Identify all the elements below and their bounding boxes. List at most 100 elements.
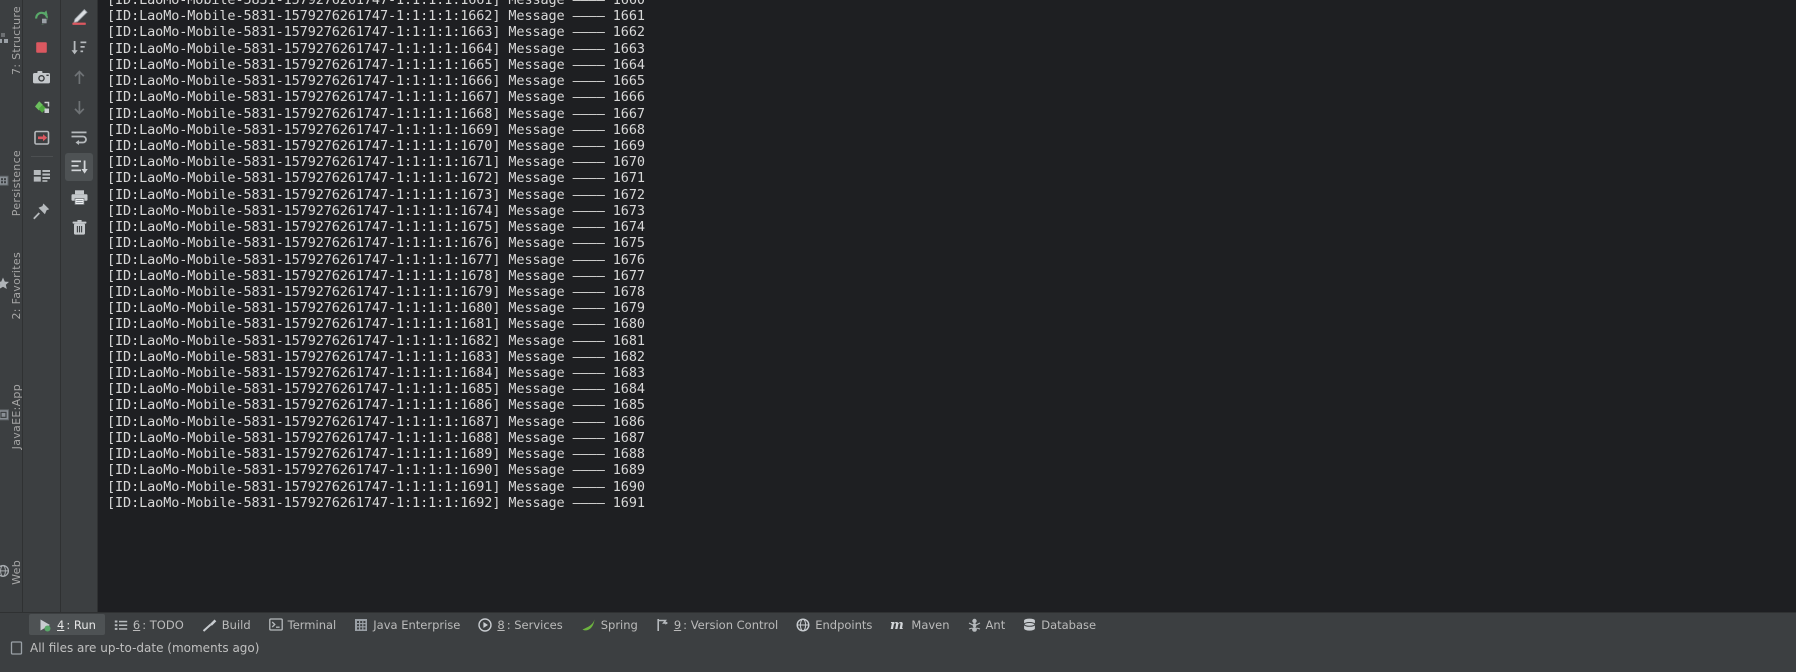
status-message: All files are up-to-date (moments ago)	[30, 641, 260, 655]
tool-window-tab-endpoints[interactable]: Endpoints	[787, 614, 881, 635]
rerun-button[interactable]	[28, 3, 56, 31]
console-line: [ID:LaoMo-Mobile-5831-1579276261747-1:1:…	[107, 154, 1796, 170]
console-line-number: 1677	[612, 267, 645, 284]
tool-window-mnemonic: 8	[497, 617, 505, 632]
console-line-id: [ID:LaoMo-Mobile-5831-1579276261747-1:1:…	[107, 89, 509, 106]
console-line: [ID:LaoMo-Mobile-5831-1579276261747-1:1:…	[107, 333, 1796, 349]
console-line-id: [ID:LaoMo-Mobile-5831-1579276261747-1:1:…	[107, 121, 509, 138]
console-line: [ID:LaoMo-Mobile-5831-1579276261747-1:1:…	[107, 414, 1796, 430]
soft-wrap-icon[interactable]	[65, 123, 93, 151]
tool-window-tab-terminal[interactable]: Terminal	[260, 614, 346, 635]
stop-button[interactable]	[28, 33, 56, 61]
sidebar-item-javaee-app[interactable]: JavaEE:App	[0, 384, 23, 449]
console-line-id: [ID:LaoMo-Mobile-5831-1579276261747-1:1:…	[107, 251, 509, 268]
console-line-message: Message ————	[508, 89, 613, 106]
sidebar-item-structure[interactable]: 7: Structure	[0, 6, 23, 75]
console-line: [ID:LaoMo-Mobile-5831-1579276261747-1:1:…	[107, 57, 1796, 73]
console-line: [ID:LaoMo-Mobile-5831-1579276261747-1:1:…	[107, 235, 1796, 251]
console-line-message: Message ————	[508, 446, 613, 463]
tool-window-mnemonic: 9	[673, 617, 682, 632]
console-line-id: [ID:LaoMo-Mobile-5831-1579276261747-1:1:…	[107, 202, 509, 219]
scroll-to-end-icon[interactable]	[65, 153, 93, 181]
star-icon	[0, 277, 10, 291]
tool-window-mnemonic: 4	[57, 617, 65, 632]
console-line-number: 1683	[612, 365, 645, 382]
console-line-id: [ID:LaoMo-Mobile-5831-1579276261747-1:1:…	[107, 24, 509, 41]
console-line-message: Message ————	[508, 397, 613, 414]
structure-icon	[0, 32, 10, 45]
console-line-message: Message ————	[508, 251, 613, 268]
pin-icon[interactable]	[28, 197, 56, 225]
console-line: [ID:LaoMo-Mobile-5831-1579276261747-1:1:…	[107, 397, 1796, 413]
tool-window-label: Build	[221, 617, 251, 632]
console-line: [ID:LaoMo-Mobile-5831-1579276261747-1:1:…	[107, 284, 1796, 300]
sort-down-icon[interactable]	[65, 33, 93, 61]
console-line-number: 1663	[612, 40, 645, 57]
sidebar-item-persistence[interactable]: Persistence	[0, 150, 23, 216]
exit-icon[interactable]	[28, 123, 56, 151]
console-line-number: 1667	[612, 105, 645, 122]
sidebar-item-web[interactable]: Web	[0, 560, 23, 585]
console-line: [ID:LaoMo-Mobile-5831-1579276261747-1:1:…	[107, 495, 1796, 511]
console-line-message: Message ————	[508, 40, 613, 57]
console-line-id: [ID:LaoMo-Mobile-5831-1579276261747-1:1:…	[107, 170, 509, 187]
run-console-panel[interactable]: [ID:LaoMo-Mobile-5831-1579276261747-1:1:…	[97, 0, 1796, 612]
console-line-number: 1661	[612, 8, 645, 25]
thread-dump-icon[interactable]	[28, 93, 56, 121]
tool-window-tab-database[interactable]: Database	[1014, 614, 1105, 635]
maven-icon: m	[890, 618, 906, 633]
console-line: [ID:LaoMo-Mobile-5831-1579276261747-1:1:…	[107, 349, 1796, 365]
tool-window-label: Database	[1041, 617, 1097, 632]
tool-window-tab-services[interactable]: 8: Services	[469, 614, 571, 635]
sidebar-item-favorites[interactable]: 2: Favorites	[0, 252, 23, 320]
tool-window-tab-todo[interactable]: 6: TODO	[105, 614, 193, 635]
console-line-number: 1686	[612, 413, 645, 430]
console-line-number: 1669	[612, 137, 645, 154]
trash-icon[interactable]	[65, 213, 93, 241]
run-play-icon	[38, 618, 52, 632]
sidebar-item-label: 7: Structure	[10, 6, 23, 75]
printer-icon[interactable]	[65, 183, 93, 211]
console-line: [ID:LaoMo-Mobile-5831-1579276261747-1:1:…	[107, 41, 1796, 57]
console-line-number: 1678	[612, 283, 645, 300]
arrow-up-icon[interactable]	[65, 63, 93, 91]
console-line: [ID:LaoMo-Mobile-5831-1579276261747-1:1:…	[107, 138, 1796, 154]
tool-window-label: Spring	[600, 617, 638, 632]
sidebar-item-label: Persistence	[10, 150, 23, 217]
console-line-number: 1671	[612, 170, 645, 187]
console-output[interactable]: [ID:LaoMo-Mobile-5831-1579276261747-1:1:…	[107, 0, 1796, 612]
tool-window-tab-maven[interactable]: m Maven	[881, 614, 958, 635]
console-line-message: Message ————	[508, 283, 613, 300]
tool-window-mnemonic: 6	[132, 617, 141, 632]
layout-icon[interactable]	[28, 162, 56, 190]
console-line-message: Message ————	[508, 462, 613, 479]
console-line: [ID:LaoMo-Mobile-5831-1579276261747-1:1:…	[107, 462, 1796, 478]
arrow-down-icon[interactable]	[65, 93, 93, 121]
left-tool-strip: 7: Structure Persistence 2: Favorites Ja…	[0, 0, 23, 612]
console-line-id: [ID:LaoMo-Mobile-5831-1579276261747-1:1:…	[107, 446, 509, 463]
tool-window-tab-versioncontrol[interactable]: 9: Version Control	[647, 614, 787, 635]
console-line: [ID:LaoMo-Mobile-5831-1579276261747-1:1:…	[107, 187, 1796, 203]
camera-icon[interactable]	[28, 63, 56, 91]
svg-text:m: m	[890, 618, 904, 631]
tool-window-tab-spring[interactable]: Spring	[572, 614, 647, 635]
services-icon	[478, 617, 493, 632]
console-line-number: 1689	[612, 462, 645, 479]
console-line: [ID:LaoMo-Mobile-5831-1579276261747-1:1:…	[107, 446, 1796, 462]
tool-window-tab-javaenterprise[interactable]: Java Enterprise	[345, 614, 469, 635]
console-line-id: [ID:LaoMo-Mobile-5831-1579276261747-1:1:…	[107, 429, 509, 446]
sidebar-item-label: JavaEE:App	[10, 384, 23, 450]
tool-window-tab-ant[interactable]: Ant	[959, 614, 1015, 635]
console-line-id: [ID:LaoMo-Mobile-5831-1579276261747-1:1:…	[107, 219, 509, 236]
console-line-message: Message ————	[508, 219, 613, 236]
pencil-icon[interactable]	[65, 3, 93, 31]
console-line-id: [ID:LaoMo-Mobile-5831-1579276261747-1:1:…	[107, 0, 509, 8]
run-toolbar	[23, 0, 97, 612]
console-line-number: 1662	[612, 24, 645, 41]
console-line-id: [ID:LaoMo-Mobile-5831-1579276261747-1:1:…	[107, 332, 509, 349]
console-line: [ID:LaoMo-Mobile-5831-1579276261747-1:1:…	[107, 268, 1796, 284]
console-line: [ID:LaoMo-Mobile-5831-1579276261747-1:1:…	[107, 89, 1796, 105]
tool-window-tab-run[interactable]: 4: Run	[29, 614, 105, 635]
ide-window: 7: Structure Persistence 2: Favorites Ja…	[0, 0, 1796, 672]
tool-window-tab-build[interactable]: Build	[193, 614, 260, 635]
